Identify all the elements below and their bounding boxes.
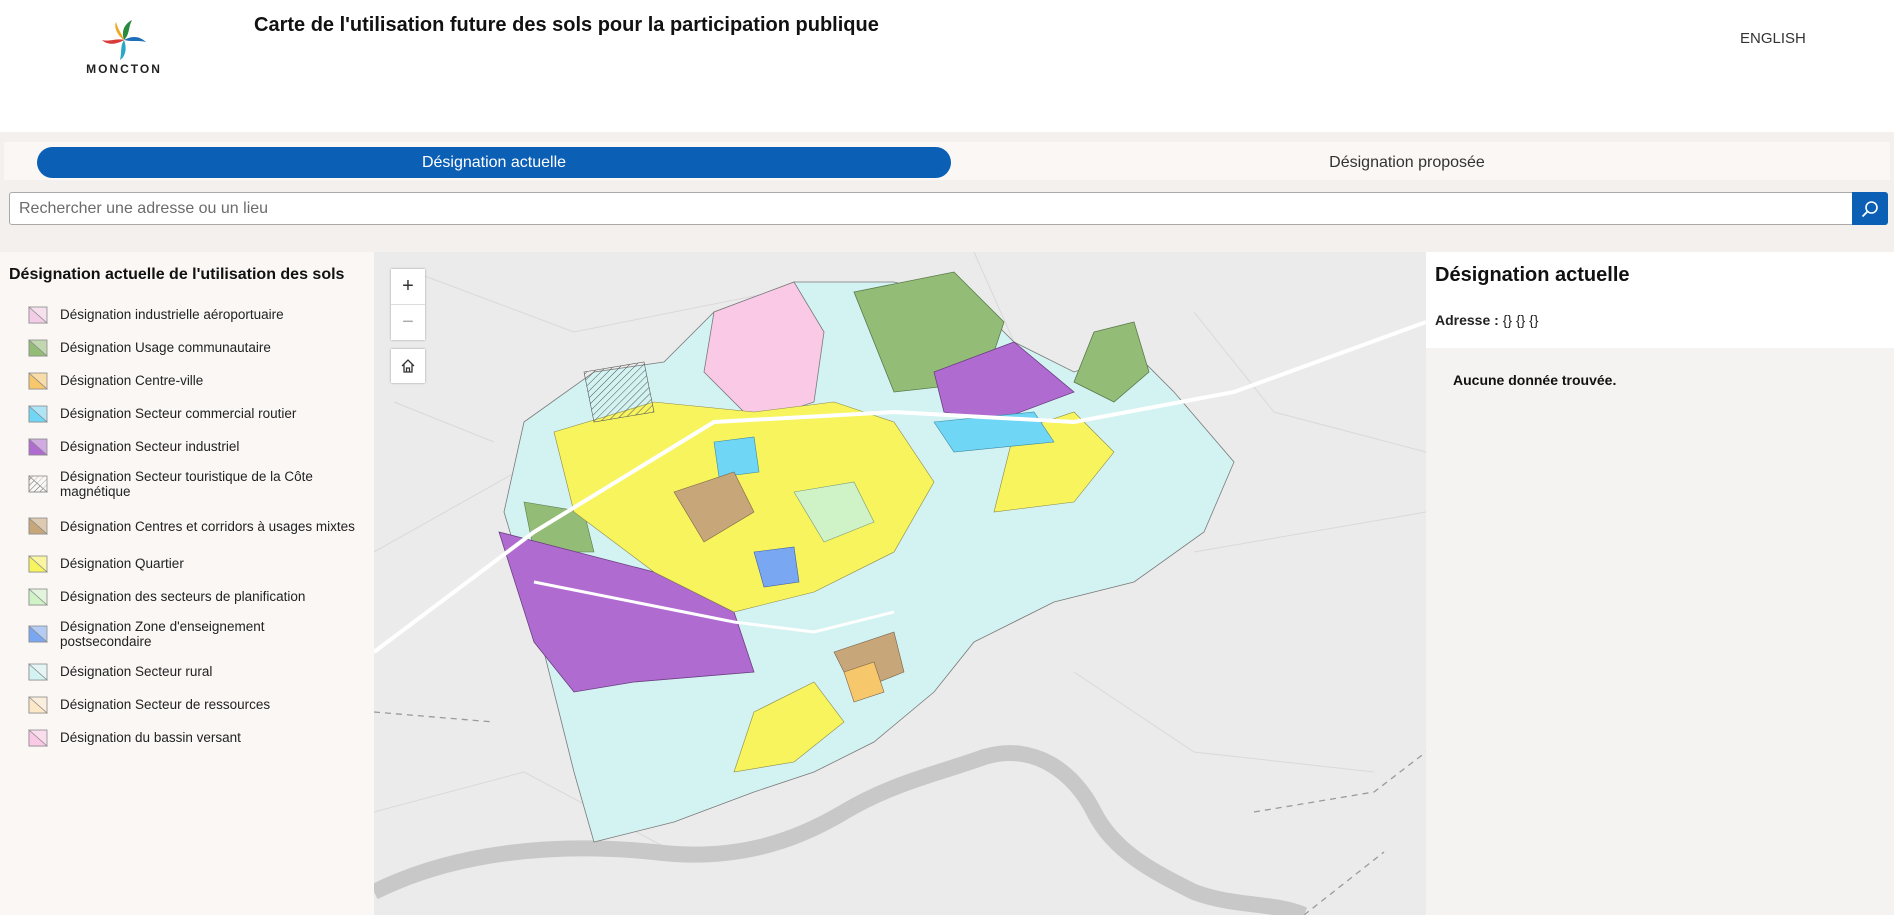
tab-current-designation[interactable]: Désignation actuelle xyxy=(37,147,951,178)
address-label: Adresse : xyxy=(1435,312,1499,328)
legend-swatch xyxy=(28,728,48,747)
panel-results: Aucune donnée trouvée. xyxy=(1426,348,1894,915)
legend-swatch xyxy=(28,554,48,573)
logo-star-icon xyxy=(102,20,146,60)
legend-swatch xyxy=(28,587,48,606)
toolbar: Désignation actuelle Désignation proposé… xyxy=(0,132,1894,252)
legend-label: Désignation Centres et corridors à usage… xyxy=(60,518,355,534)
legend-swatch xyxy=(28,625,48,643)
search-icon xyxy=(1861,200,1878,217)
legend-item-downtown: Désignation Centre-ville xyxy=(28,364,358,397)
legend-label: Désignation Quartier xyxy=(60,556,184,571)
details-panel: Désignation actuelle Adresse : {} {} {} … xyxy=(1426,252,1894,915)
legend-swatch-icon xyxy=(28,554,48,572)
legend-swatch xyxy=(28,305,48,324)
legend-item-airport-industrial: Désignation industrielle aéroportuaire xyxy=(28,298,358,331)
legend-swatch-icon xyxy=(28,404,48,422)
legend-swatch-icon xyxy=(28,728,48,746)
legend-swatch xyxy=(28,371,48,390)
home-button[interactable] xyxy=(391,349,425,383)
legend-label: Désignation des secteurs de planificatio… xyxy=(60,589,306,604)
legend-label: Désignation Centre-ville xyxy=(60,373,204,388)
legend-label: Désignation Zone d'enseignement postseco… xyxy=(60,619,265,649)
page-title: Carte de l'utilisation future des sols p… xyxy=(254,14,879,36)
legend-swatch-icon xyxy=(28,517,48,535)
designation-tabs: Désignation actuelle Désignation proposé… xyxy=(4,142,1890,180)
search-input[interactable] xyxy=(10,193,1848,224)
legend-swatch xyxy=(28,437,48,456)
address-value: {} {} {} xyxy=(1502,312,1539,328)
land-use-map xyxy=(374,252,1426,915)
logo-text: MONCTON xyxy=(86,62,162,76)
moncton-logo[interactable]: MONCTON xyxy=(78,18,170,78)
legend-title: Désignation actuelle de l'utilisation de… xyxy=(9,266,345,283)
legend-label: Désignation Secteur de ressources xyxy=(60,697,271,712)
app-header: MONCTON Carte de l'utilisation future de… xyxy=(0,0,1894,132)
legend-item-planning-areas: Désignation des secteurs de planificatio… xyxy=(28,580,358,613)
legend-swatch xyxy=(28,338,48,357)
legend-swatch xyxy=(28,662,48,681)
home-icon xyxy=(401,359,415,373)
legend-item-mixed-use-corridors: Désignation Centres et corridors à usage… xyxy=(28,505,358,547)
legend-swatch-icon xyxy=(28,695,48,713)
legend-swatch-icon xyxy=(28,371,48,389)
legend-swatch-icon xyxy=(28,437,48,455)
legend-swatch-icon xyxy=(28,338,48,356)
legend-label: Désignation Usage communautaire xyxy=(60,340,271,355)
legend-swatch xyxy=(28,517,48,535)
legend-item-rural: Désignation Secteur rural xyxy=(28,655,358,688)
search-button[interactable] xyxy=(1852,192,1888,225)
map-view[interactable]: + − xyxy=(374,252,1426,915)
no-data-message: Aucune donnée trouvée. xyxy=(1453,372,1617,388)
zoom-in-button[interactable]: + xyxy=(391,269,425,304)
legend-label: Désignation Secteur touristique de la Cô… xyxy=(60,469,313,499)
legend-swatch-icon xyxy=(28,625,48,643)
legend-item-watershed: Désignation du bassin versant xyxy=(28,721,358,754)
search-box xyxy=(9,192,1853,225)
legend-swatch-icon xyxy=(28,662,48,680)
legend-list: Désignation industrielle aéroportuaire D… xyxy=(28,298,358,754)
legend-item-industrial: Désignation Secteur industriel xyxy=(28,430,358,463)
legend-swatch-icon xyxy=(28,475,48,493)
legend-label: Désignation industrielle aéroportuaire xyxy=(60,307,284,322)
address-line: Adresse : {} {} {} xyxy=(1435,312,1539,328)
legend-swatch xyxy=(28,475,48,493)
zoom-out-button[interactable]: − xyxy=(391,305,425,340)
legend-swatch xyxy=(28,404,48,423)
legend-item-postsecondary: Désignation Zone d'enseignement postseco… xyxy=(28,613,358,655)
legend-item-resources: Désignation Secteur de ressources xyxy=(28,688,358,721)
legend-label: Désignation Secteur industriel xyxy=(60,439,240,454)
legend-item-community-use: Désignation Usage communautaire xyxy=(28,331,358,364)
legend-label: Désignation du bassin versant xyxy=(60,730,241,745)
legend-swatch-icon xyxy=(28,587,48,605)
tab-proposed-designation[interactable]: Désignation proposée xyxy=(952,147,1862,178)
legend-item-neighbourhood: Désignation Quartier xyxy=(28,547,358,580)
legend-item-highway-commercial: Désignation Secteur commercial routier xyxy=(28,397,358,430)
legend-item-magnetic-hill-tourism: Désignation Secteur touristique de la Cô… xyxy=(28,463,358,505)
language-toggle-link[interactable]: ENGLISH xyxy=(1740,30,1806,47)
legend-swatch xyxy=(28,695,48,714)
legend-swatch-icon xyxy=(28,305,48,323)
legend-label: Désignation Secteur commercial routier xyxy=(60,406,297,421)
petitcodiac-river xyxy=(374,745,1308,915)
panel-title: Désignation actuelle xyxy=(1435,264,1630,286)
zoom-controls: + − xyxy=(391,269,425,340)
legend-label: Désignation Secteur rural xyxy=(60,664,213,679)
legend-panel: Désignation actuelle de l'utilisation de… xyxy=(0,252,374,915)
